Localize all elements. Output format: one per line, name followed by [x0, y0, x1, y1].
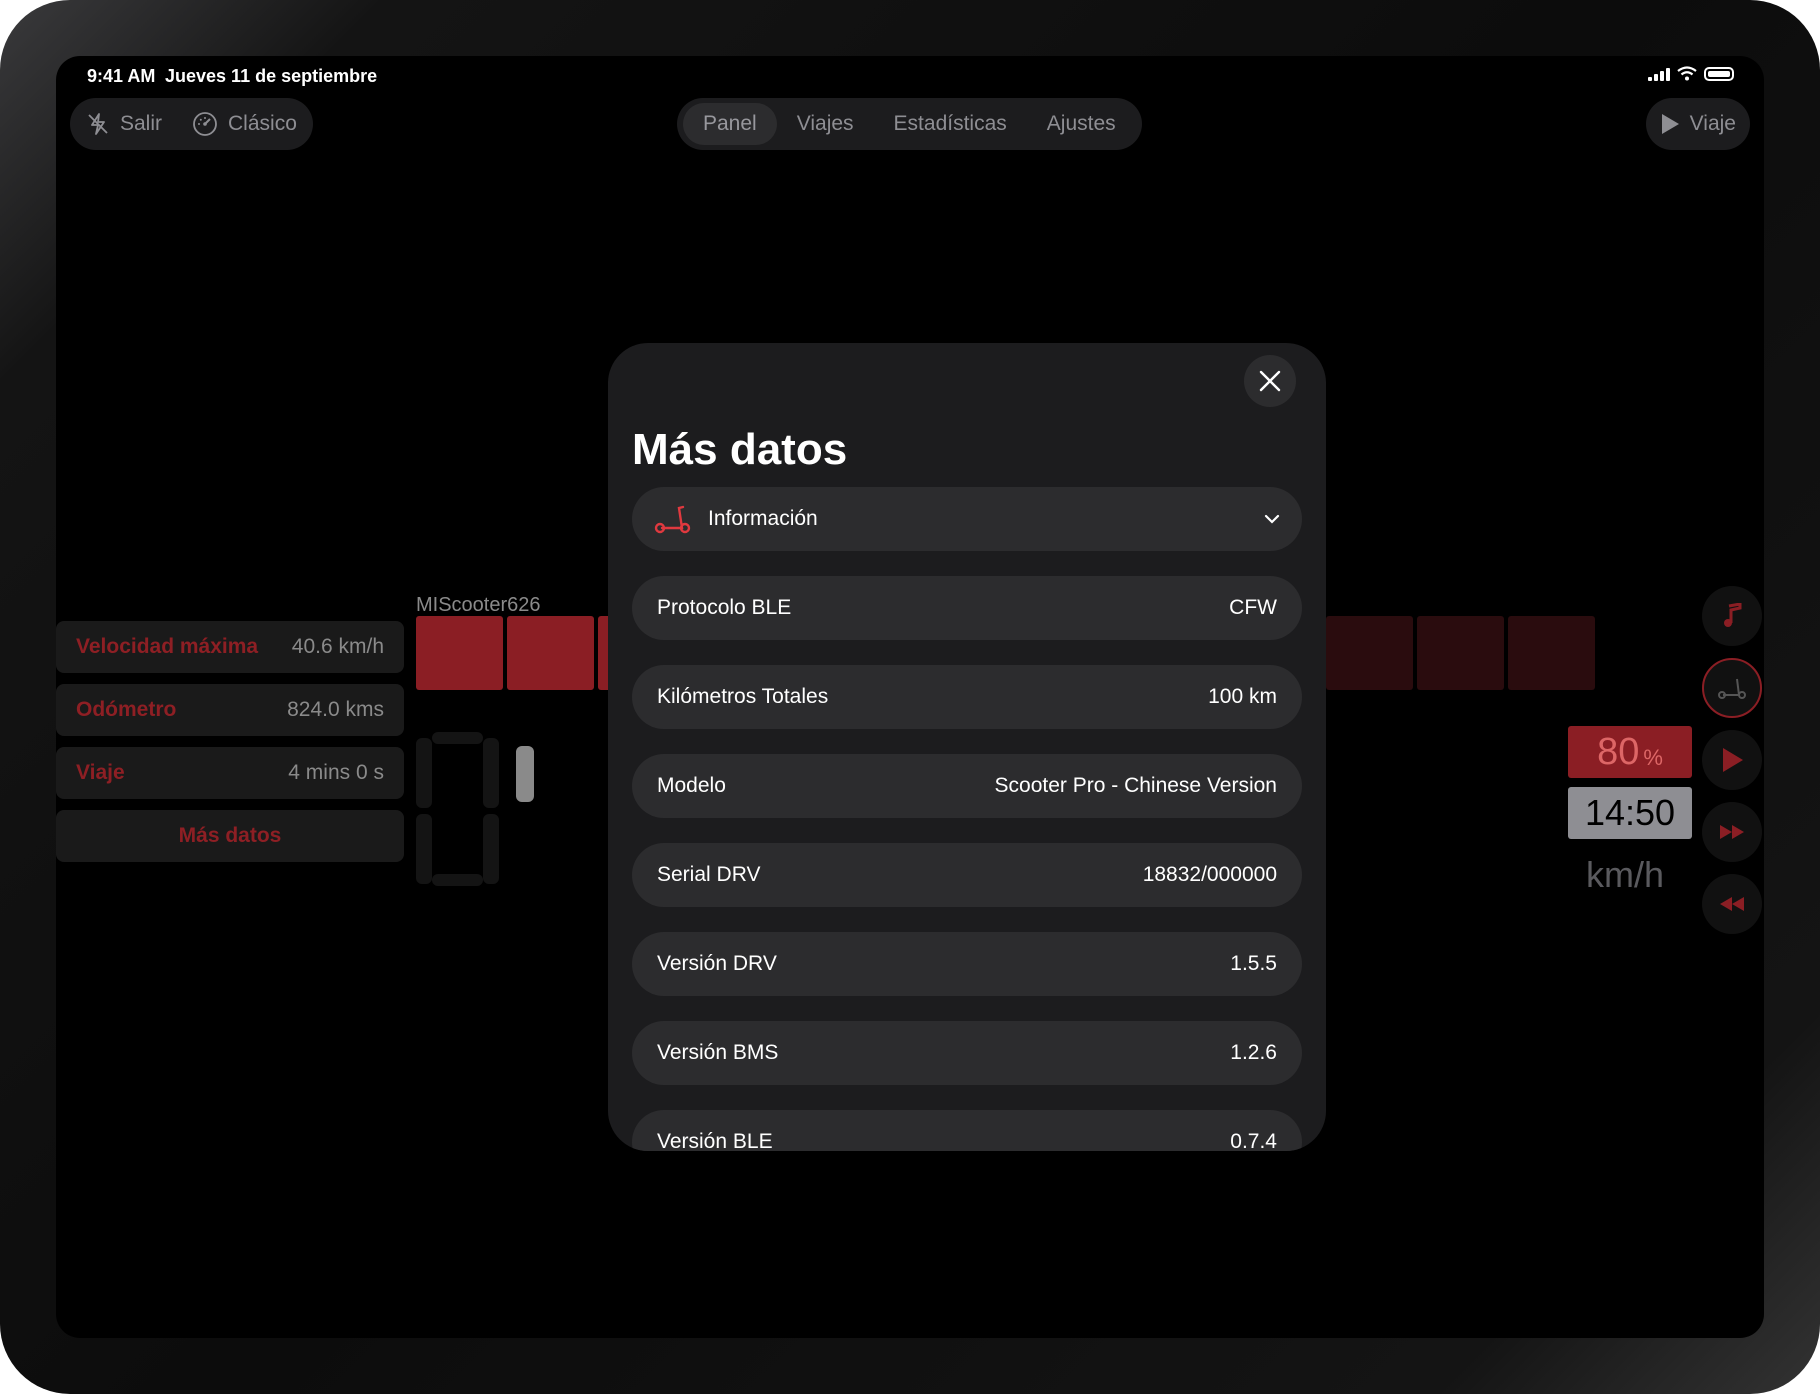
stat-max-speed: Velocidad máxima 40.6 km/h	[56, 621, 404, 673]
stat-label: Odómetro	[76, 698, 177, 721]
forward-icon	[1720, 825, 1744, 839]
modal-title: Más datos	[632, 425, 848, 474]
more-data-button[interactable]: Más datos	[56, 810, 404, 862]
music-button[interactable]	[1702, 586, 1762, 646]
digit-segment	[432, 874, 483, 886]
battery-value: 80	[1597, 730, 1640, 773]
info-row-ble-version: Versión BLE 0.7.4	[632, 1110, 1302, 1151]
tab-ajustes[interactable]: Ajustes	[1027, 103, 1136, 145]
scooter-icon	[1718, 678, 1746, 699]
time-remaining: 14:50	[1568, 787, 1692, 839]
music-note-icon	[1724, 603, 1742, 627]
status-date: Jueves 11 de septiembre	[165, 66, 378, 86]
toolbar-left: Salir Clásico	[70, 98, 313, 150]
wifi-icon	[1677, 66, 1697, 81]
classic-label: Clásico	[228, 112, 297, 135]
signal-icon	[1648, 67, 1670, 81]
classic-button[interactable]: Clásico	[192, 111, 297, 137]
row-value: 18832/000000	[1142, 863, 1277, 886]
backward-button[interactable]	[1702, 874, 1762, 934]
forward-button[interactable]	[1702, 802, 1762, 862]
exit-label: Salir	[120, 112, 163, 135]
info-row-bms-version: Versión BMS 1.2.6	[632, 1021, 1302, 1085]
scooter-button[interactable]	[1702, 658, 1762, 718]
row-value: CFW	[1229, 596, 1277, 619]
info-row-total-km: Kilómetros Totales 100 km	[632, 665, 1302, 729]
speed-bar	[1508, 616, 1595, 690]
tab-bar: Panel Viajes Estadísticas Ajustes	[677, 98, 1142, 150]
more-data-modal: Más datos Información Protocolo BLE CFW …	[608, 343, 1326, 1151]
stat-value: 40.6 km/h	[291, 635, 384, 658]
row-label: Serial DRV	[657, 863, 761, 886]
row-label: Protocolo BLE	[657, 596, 792, 619]
info-row-ble-protocol: Protocolo BLE CFW	[632, 576, 1302, 640]
row-label: Kilómetros Totales	[657, 685, 829, 708]
stat-label: Velocidad máxima	[76, 635, 259, 658]
battery-unit: %	[1643, 745, 1663, 770]
stat-odometer: Odómetro 824.0 kms	[56, 684, 404, 736]
play-icon	[1723, 748, 1743, 772]
digit-segment	[432, 732, 483, 744]
speed-unit: km/h	[1586, 854, 1665, 895]
row-value: 0.7.4	[1230, 1130, 1277, 1151]
battery-percentage: 80 %	[1568, 726, 1692, 778]
row-value: 1.5.5	[1230, 952, 1277, 975]
media-play-button[interactable]	[1702, 730, 1762, 790]
tab-panel[interactable]: Panel	[683, 103, 777, 145]
digit-segment	[483, 738, 499, 808]
digit-segment	[416, 814, 432, 884]
info-row-serial-drv: Serial DRV 18832/000000	[632, 843, 1302, 907]
stat-label: Viaje	[76, 761, 125, 784]
digit-segment	[483, 814, 499, 884]
row-label: Versión DRV	[657, 952, 777, 975]
trip-label: Viaje	[1689, 112, 1736, 135]
info-dropdown[interactable]: Información	[632, 487, 1302, 551]
row-value: 1.2.6	[1230, 1041, 1277, 1064]
info-row-drv-version: Versión DRV 1.5.5	[632, 932, 1302, 996]
disconnect-icon	[88, 113, 108, 135]
tab-viajes[interactable]: Viajes	[777, 103, 874, 145]
status-time: 9:41 AM	[87, 66, 156, 86]
speedometer-icon	[193, 112, 217, 136]
speed-bar	[1417, 616, 1504, 690]
row-label: Versión BLE	[657, 1130, 773, 1151]
close-button[interactable]	[1244, 355, 1296, 407]
play-icon	[1661, 114, 1679, 134]
screen: 9:41 AM Jueves 11 de septiembre Salir Cl…	[56, 56, 1764, 1338]
digit-segment	[516, 746, 534, 802]
tab-estadisticas[interactable]: Estadísticas	[874, 103, 1027, 145]
stat-value: 824.0 kms	[287, 698, 384, 721]
speed-bar	[1326, 616, 1413, 690]
device-name: MIScooter626	[416, 594, 541, 616]
stat-value: 4 mins 0 s	[288, 761, 384, 784]
speed-bar	[416, 616, 503, 690]
row-label: Modelo	[657, 774, 726, 797]
row-value: 100 km	[1208, 685, 1277, 708]
close-icon	[1259, 370, 1281, 392]
exit-button[interactable]: Salir	[86, 112, 162, 136]
speed-bar	[507, 616, 594, 690]
digit-segment	[416, 738, 432, 808]
dropdown-selected: Información	[708, 507, 818, 530]
scooter-icon	[654, 505, 691, 534]
info-row-model: Modelo Scooter Pro - Chinese Version	[632, 754, 1302, 818]
battery-icon	[1704, 66, 1734, 81]
chevron-down-icon	[1264, 514, 1280, 524]
row-value: Scooter Pro - Chinese Version	[994, 774, 1277, 797]
status-icons	[1648, 66, 1734, 81]
row-label: Versión BMS	[657, 1041, 779, 1064]
backward-icon	[1720, 897, 1744, 911]
start-trip-button[interactable]: Viaje	[1645, 98, 1750, 150]
stat-trip: Viaje 4 mins 0 s	[56, 747, 404, 799]
